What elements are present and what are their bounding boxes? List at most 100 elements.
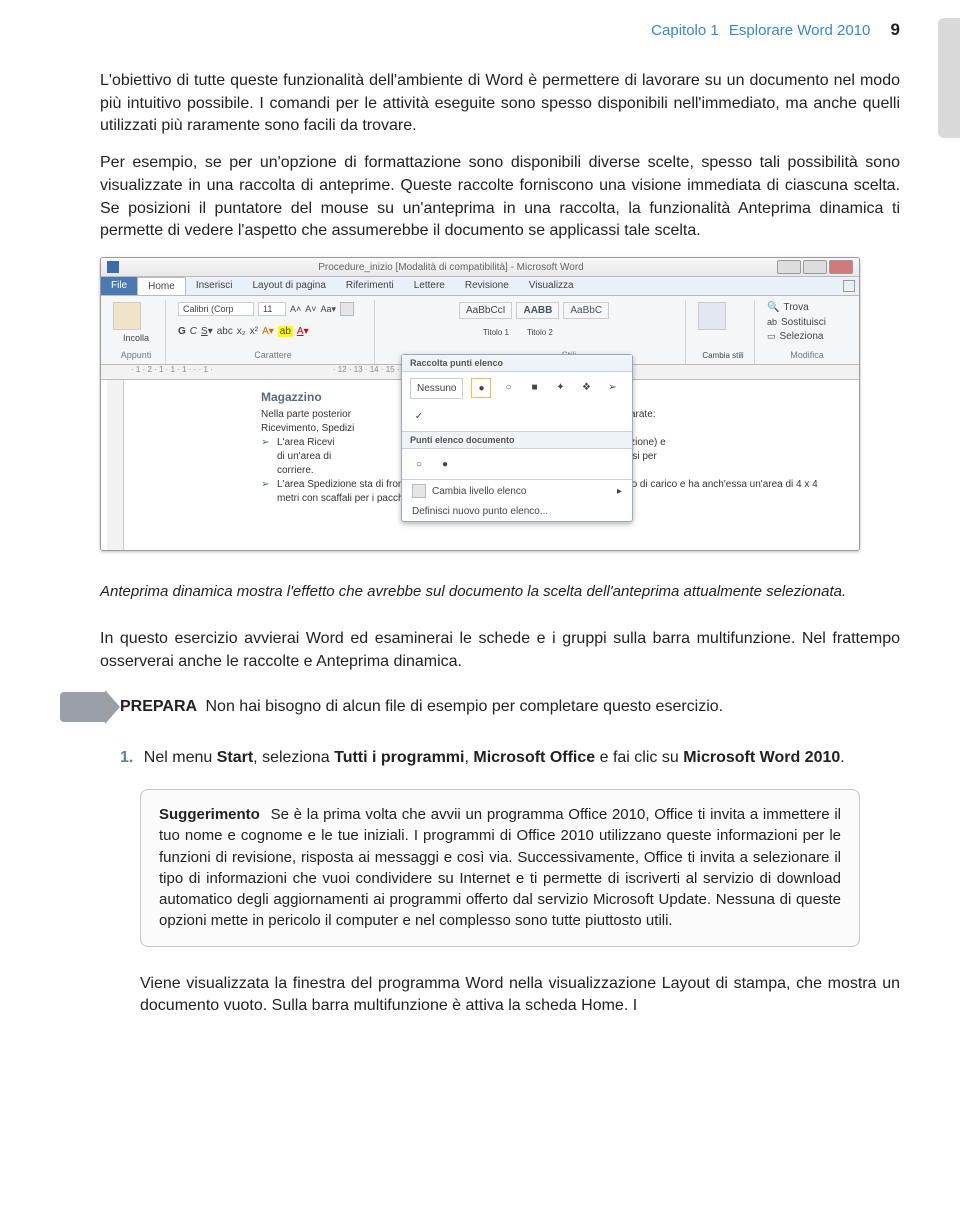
titlebar: Procedure_inizio [Modalità di compatibil… [101, 258, 859, 277]
change-case-icon[interactable]: Aa▾ [321, 304, 337, 315]
help-icon[interactable] [843, 280, 855, 292]
steps-list: 1. Nel menu Start, seleziona Tutti i pro… [120, 746, 860, 769]
style1-preview: AaBbCcI [466, 305, 505, 316]
font-color-icon[interactable]: A▾ [297, 326, 309, 337]
select-icon[interactable]: ▭ [767, 331, 776, 342]
group-clipboard: Incolla Appunti [107, 300, 166, 364]
bullet-disc[interactable]: ● [471, 378, 491, 398]
style2-label: Titolo 1 [483, 328, 509, 337]
popup-body2: ○ ● [402, 449, 632, 479]
font-group-label: Carattere [178, 350, 368, 360]
tab-file[interactable]: File [101, 277, 137, 295]
intro-paragraph-2: Per esempio, se per un'opzione di format… [100, 152, 900, 243]
bold-button[interactable]: G [178, 326, 186, 337]
bullet-gallery-popup: Raccolta punti elenco Nessuno ● ○ ■ ✦ ❖ … [401, 354, 633, 522]
chapter-title: Esplorare Word 2010 [729, 22, 870, 39]
highlight-icon[interactable]: ab [278, 326, 293, 337]
prepara-text: Non hai bisogno di alcun file di esempio… [206, 698, 724, 715]
bullet-circle[interactable]: ○ [499, 378, 517, 396]
group-editing: 🔍 Trova ab Sostituisci ▭ Seleziona Modifica [761, 300, 853, 364]
popup-footer: Cambia livello elenco▸ Definisci nuovo p… [402, 479, 632, 521]
step-1: 1. Nel menu Start, seleziona Tutti i pro… [120, 746, 860, 769]
tab-lettere[interactable]: Lettere [404, 277, 455, 295]
closing-paragraph: Viene visualizzata la finestra del progr… [140, 973, 900, 1018]
prepara-label: PREPARA [120, 698, 197, 715]
replace-label[interactable]: Sostituisci [781, 317, 826, 328]
find-label[interactable]: Trova [783, 302, 808, 313]
vertical-ruler [107, 380, 124, 550]
tab-inserisci[interactable]: Inserisci [186, 277, 243, 295]
window-title: Procedure_inizio [Modalità di compatibil… [125, 262, 777, 273]
superscript-button[interactable]: x² [250, 326, 258, 337]
bullet-cross[interactable]: ✦ [551, 378, 569, 396]
change-styles-icon[interactable] [698, 302, 726, 330]
arrow-icon [60, 692, 106, 722]
paste-icon[interactable] [113, 302, 141, 330]
close-button[interactable] [829, 260, 853, 274]
clipboard-group-label: Appunti [113, 350, 159, 360]
bullet-none[interactable]: Nessuno [410, 378, 463, 399]
tab-layout[interactable]: Layout di pagina [243, 277, 336, 295]
document-page: Capitolo 1 Esplorare Word 2010 9 L'obiet… [0, 0, 960, 1072]
page-header: Capitolo 1 Esplorare Word 2010 9 [60, 20, 900, 40]
prepara-content: PREPARA Non hai bisogno di alcun file di… [120, 698, 723, 716]
popup-title: Raccolta punti elenco [402, 355, 632, 372]
shrink-font-icon[interactable]: A˅ [305, 304, 316, 314]
underline-button[interactable]: S▾ [201, 326, 213, 337]
popup-body: Nessuno ● ○ ■ ✦ ❖ ➢ ✓ [402, 372, 632, 431]
word-icon [107, 261, 119, 273]
popup-change-level[interactable]: Cambia livello elenco▸ [402, 480, 632, 502]
paste-label: Incolla [113, 333, 159, 343]
clear-format-icon[interactable] [340, 302, 354, 316]
group-font: Calibri (Corp 11 A˄ A˅ Aa▾ G C S▾ abc x₂… [172, 300, 375, 364]
find-icon[interactable]: 🔍 [767, 302, 779, 313]
window-buttons [777, 260, 853, 274]
maximize-button[interactable] [803, 260, 827, 274]
screenshot-caption: Anteprima dinamica mostra l'effetto che … [100, 581, 860, 602]
step-number: 1. [120, 749, 133, 766]
minimize-button[interactable] [777, 260, 801, 274]
tab-revisione[interactable]: Revisione [455, 277, 519, 295]
chapter-label: Capitolo 1 [651, 22, 719, 39]
font-name-combo[interactable]: Calibri (Corp [178, 302, 254, 316]
doc-bullet-disc[interactable]: ● [436, 455, 454, 473]
prepara-row: PREPARA Non hai bisogno di alcun file di… [60, 692, 900, 722]
step-text: Nel menu Start, seleziona Tutti i progra… [144, 749, 845, 766]
grow-font-icon[interactable]: A˄ [290, 304, 301, 314]
tab-home[interactable]: Home [137, 277, 186, 295]
bullet-arrow[interactable]: ➢ [603, 378, 621, 396]
bullet-arrows[interactable]: ❖ [577, 378, 595, 396]
tab-visualizza[interactable]: Visualizza [519, 277, 584, 295]
strike-button[interactable]: abc [217, 326, 233, 337]
font-size-combo[interactable]: 11 [258, 302, 286, 316]
tip-title: Suggerimento [159, 806, 260, 823]
popup-define-label: Definisci nuovo punto elenco... [412, 506, 548, 517]
bullet-check[interactable]: ✓ [410, 407, 428, 425]
exercise-intro: In questo esercizio avvierai Word ed esa… [100, 628, 900, 673]
style-tile-1[interactable]: AaBbCcI [459, 302, 512, 319]
intro-paragraph-1: L'obiettivo di tutte queste funzionalità… [100, 70, 900, 138]
text-effects-icon[interactable]: A▾ [262, 326, 274, 337]
italic-button[interactable]: C [190, 326, 197, 337]
ribbon: Incolla Appunti Calibri (Corp 11 A˄ A˅ A… [101, 296, 859, 365]
bullet-square[interactable]: ■ [525, 378, 543, 396]
doc-bullet-circle[interactable]: ○ [410, 455, 428, 473]
tab-riferimenti[interactable]: Riferimenti [336, 277, 404, 295]
style-tile-3[interactable]: AaBbC [563, 302, 609, 319]
level-icon [412, 484, 426, 498]
word-screenshot: Procedure_inizio [Modalità di compatibil… [100, 257, 860, 551]
style2-preview: AABB [523, 305, 552, 316]
subscript-button[interactable]: x₂ [237, 326, 246, 337]
style3-label: Titolo 2 [527, 328, 553, 337]
select-label[interactable]: Seleziona [780, 331, 824, 342]
popup-subtitle: Punti elenco documento [402, 431, 632, 449]
ribbon-tabs: File Home Inserisci Layout di pagina Rif… [101, 277, 859, 296]
change-styles-label: Cambia stili [698, 351, 748, 360]
style3-preview: AaBbC [570, 305, 602, 316]
editing-group-label: Modifica [767, 350, 847, 360]
popup-define-bullet[interactable]: Definisci nuovo punto elenco... [402, 502, 632, 521]
tip-text: Se è la prima volta che avvii un program… [159, 806, 841, 929]
popup-change-label: Cambia livello elenco [432, 486, 527, 497]
replace-icon[interactable]: ab [767, 317, 777, 327]
style-tile-2[interactable]: AABB [516, 302, 559, 319]
